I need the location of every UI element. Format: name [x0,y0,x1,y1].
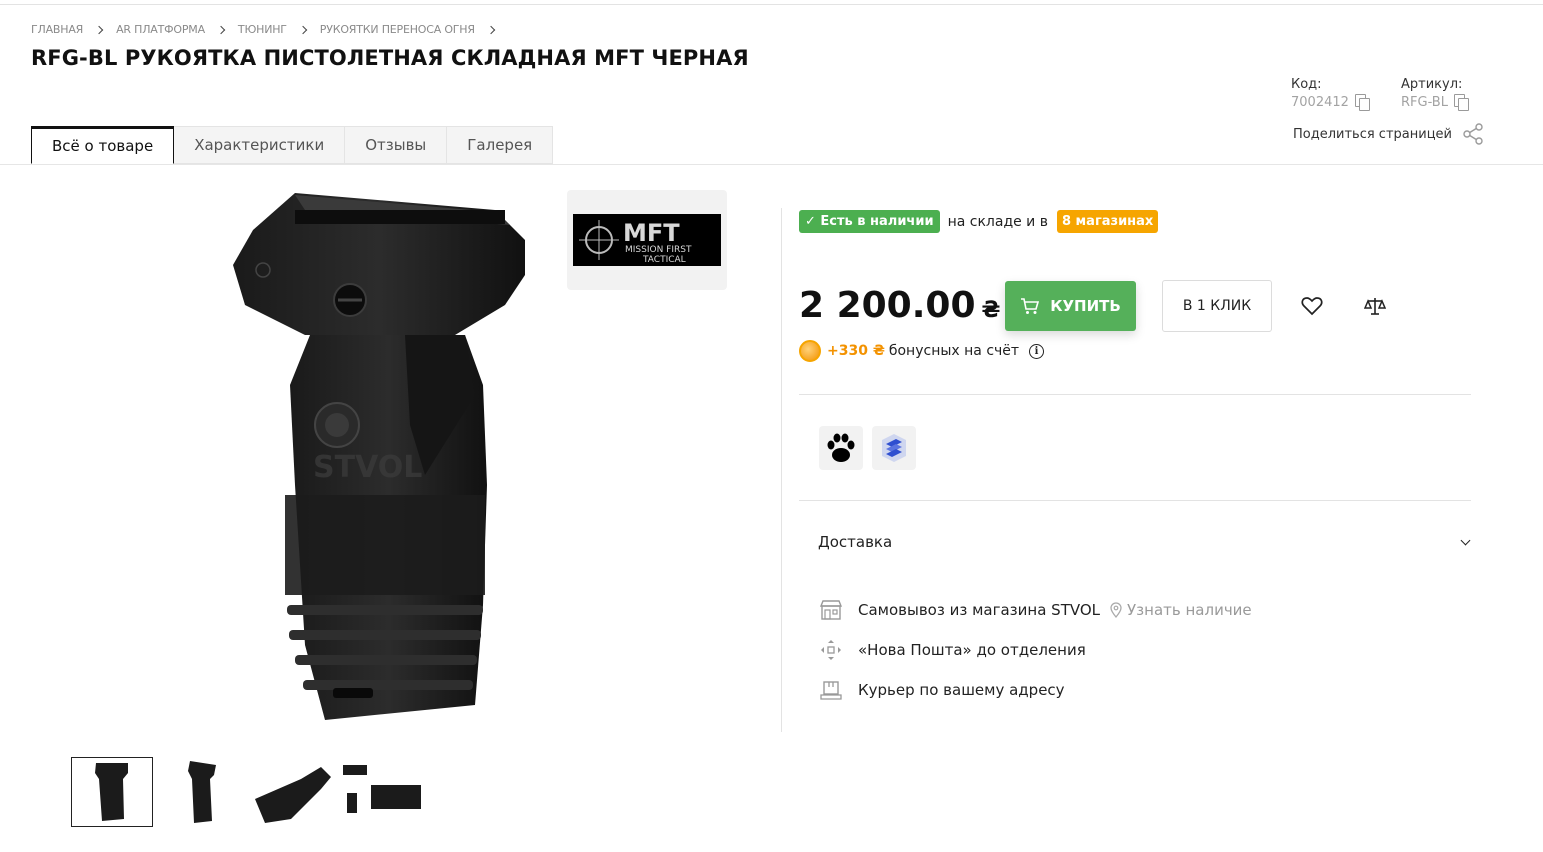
main-product-image[interactable]: STVOL [225,185,535,750]
copy-icon[interactable] [1354,94,1370,111]
one-click-button[interactable]: В 1 КЛИК [1162,280,1272,332]
scales-icon [1364,298,1386,315]
chevron-right-icon [298,25,308,34]
share-icon [1463,123,1483,145]
thumbnail-2[interactable] [161,757,243,827]
price-currency: ₴ [981,298,1001,323]
breadcrumb: Главная AR платформа Тюнинг Рукоятки пер… [31,23,508,36]
paw-feature-badge[interactable] [819,426,863,470]
copy-icon[interactable] [1453,94,1469,111]
code-label: Код: [1291,77,1322,92]
store-icon [818,598,844,622]
parcel-icon [818,638,844,662]
brand-mission: MISSION FIRST [625,245,692,255]
in-stock-badge: ✓ Есть в наличии [799,210,940,233]
thumbnail-1[interactable] [71,757,153,827]
stores-link[interactable]: 8 магазинах [1056,210,1159,233]
delivery-nova-poshta: «Нова Пошта» до отделения [818,638,1086,662]
tab-gallery[interactable]: Галерея [447,126,554,164]
chevron-right-icon [486,25,496,34]
delivery-courier: Курьер по вашему адресу [818,678,1065,702]
article-label: Артикул: [1401,77,1463,92]
pickup-text: Самовывоз из магазина STVOL [858,601,1101,619]
product-article: Артикул: RFG-BL [1401,77,1469,111]
availability-text: на складе и в [947,213,1048,230]
info-icon[interactable]: i [1029,343,1045,359]
map-pin-icon [1110,602,1122,618]
courier-icon [818,678,844,702]
check-availability-link[interactable]: Узнать наличие [1110,601,1252,619]
wishlist-button[interactable] [1296,290,1328,322]
page-title: RFG-BL РУКОЯТКА ПИСТОЛЕТНАЯ СКЛАДНАЯ MFT… [31,46,749,70]
bonus-amount: +330 ₴ [827,343,885,359]
code-value: 7002412 [1291,94,1349,110]
chevron-down-icon[interactable] [1460,535,1471,546]
thumbnail-4[interactable] [341,757,423,827]
thumbnail-3[interactable] [251,757,333,827]
courier-text: Курьер по вашему адресу [858,681,1065,699]
price: 2 200.00 ₴ [799,285,1000,326]
cube-icon [882,434,906,462]
cart-icon [1021,298,1040,314]
chevron-right-icon [216,25,226,34]
share-button[interactable]: Поделиться страницей [1293,123,1484,145]
breadcrumb-ar-platform[interactable]: AR платформа [116,23,205,36]
tab-reviews[interactable]: Отзывы [345,126,448,164]
product-tabs: Всё о товаре Характеристики Отзывы Галер… [31,126,554,164]
price-value: 2 200.00 [799,285,976,326]
brand-mft: MFT [623,219,680,247]
paw-icon [827,433,855,462]
divider [799,500,1471,501]
share-label: Поделиться страницей [1293,126,1452,142]
tab-all-about[interactable]: Всё о товаре [31,126,175,164]
brand-logo[interactable]: MFT MISSION FIRST TACTICAL [567,190,727,290]
bonus-info: +330 ₴ бонусных на счёт i [799,340,1045,362]
top-border [0,0,1543,5]
check-availability-label: Узнать наличие [1127,601,1252,619]
buy-button[interactable]: КУПИТЬ [1005,281,1136,331]
availability: ✓ Есть в наличии на складе и в 8 магазин… [799,210,1159,233]
breadcrumb-tuning[interactable]: Тюнинг [238,23,287,36]
brand-tactical: TACTICAL [642,255,686,265]
buy-label: КУПИТЬ [1050,297,1121,315]
tabs-divider [0,164,1543,165]
coin-icon [799,340,821,362]
product-code: Код: 7002412 [1291,77,1370,111]
chevron-right-icon [94,25,104,34]
breadcrumb-grips[interactable]: Рукоятки переноса огня [320,23,475,36]
thumbnail-strip [71,757,431,827]
tab-specs[interactable]: Характеристики [174,126,346,164]
breadcrumb-home[interactable]: Главная [31,23,83,36]
divider [799,394,1471,395]
compare-button[interactable] [1359,290,1391,322]
nova-poshta-text: «Нова Пошта» до отделения [858,641,1086,659]
delivery-accordion-header[interactable]: Доставка [818,533,892,551]
column-divider [781,208,782,732]
heart-icon [1301,297,1323,316]
article-value: RFG-BL [1401,94,1448,110]
material-feature-badge[interactable] [872,426,916,470]
watermark: STVOL [313,450,422,485]
delivery-pickup: Самовывоз из магазина STVOL Узнать налич… [818,598,1252,622]
bonus-text: бонусных на счёт [888,343,1020,359]
